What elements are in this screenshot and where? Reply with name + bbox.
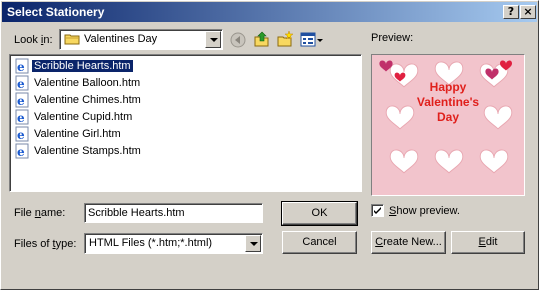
- preview-label: Preview:: [371, 32, 414, 44]
- preview-line-2: Valentine's: [416, 95, 480, 109]
- up-folder-icon[interactable]: [253, 30, 271, 48]
- title-bar[interactable]: Select Stationery ? ×: [2, 2, 537, 22]
- look-in-dropdown[interactable]: Valentines Day: [59, 29, 223, 50]
- file-name-label: File name:: [14, 207, 66, 219]
- stationery-preview: Happy Valentine's Day: [371, 54, 525, 196]
- chevron-down-icon[interactable]: [245, 235, 261, 252]
- html-file-icon: e: [15, 75, 29, 91]
- html-file-icon: e: [15, 143, 29, 159]
- close-button[interactable]: ×: [520, 5, 536, 19]
- create-new-button[interactable]: Create New...: [371, 231, 446, 254]
- ok-button[interactable]: OK: [281, 201, 358, 226]
- svg-text:e: e: [17, 94, 25, 108]
- svg-text:e: e: [17, 128, 25, 142]
- file-list[interactable]: e Scribble Hearts.htm e Valentine Balloo…: [9, 54, 362, 192]
- svg-text:e: e: [17, 145, 25, 159]
- html-file-icon: e: [15, 92, 29, 108]
- html-file-icon: e: [15, 126, 29, 142]
- dialog-window: Select Stationery ? × Look in: Valentine…: [0, 0, 539, 290]
- edit-button[interactable]: Edit: [451, 231, 525, 254]
- cancel-button[interactable]: Cancel: [282, 231, 357, 254]
- html-file-icon: e: [15, 58, 29, 74]
- view-menu-icon[interactable]: [300, 31, 324, 49]
- look-in-label: Look in:: [14, 34, 53, 46]
- file-name-field[interactable]: Scribble Hearts.htm: [84, 203, 263, 223]
- file-type-label: Files of type:: [14, 238, 77, 250]
- look-in-value: Valentines Day: [84, 33, 158, 45]
- svg-text:e: e: [17, 77, 25, 91]
- file-type-dropdown[interactable]: HTML Files (*.htm;*.html): [84, 233, 263, 254]
- hearts-pattern: [379, 60, 513, 174]
- show-preview-checkbox[interactable]: [371, 204, 384, 217]
- checkmark-icon: [374, 207, 381, 214]
- window-title: Select Stationery: [7, 5, 105, 19]
- new-folder-icon[interactable]: [276, 30, 294, 48]
- help-button[interactable]: ?: [503, 5, 519, 19]
- html-file-icon: e: [15, 109, 29, 125]
- chevron-down-icon[interactable]: [205, 31, 221, 48]
- show-preview-label[interactable]: Show preview.: [389, 205, 460, 217]
- back-icon[interactable]: [229, 31, 247, 49]
- svg-text:e: e: [17, 111, 25, 125]
- preview-line-1: Happy: [429, 80, 467, 94]
- folder-icon: [64, 34, 80, 45]
- preview-line-3: Day: [436, 110, 459, 124]
- svg-text:e: e: [17, 60, 25, 74]
